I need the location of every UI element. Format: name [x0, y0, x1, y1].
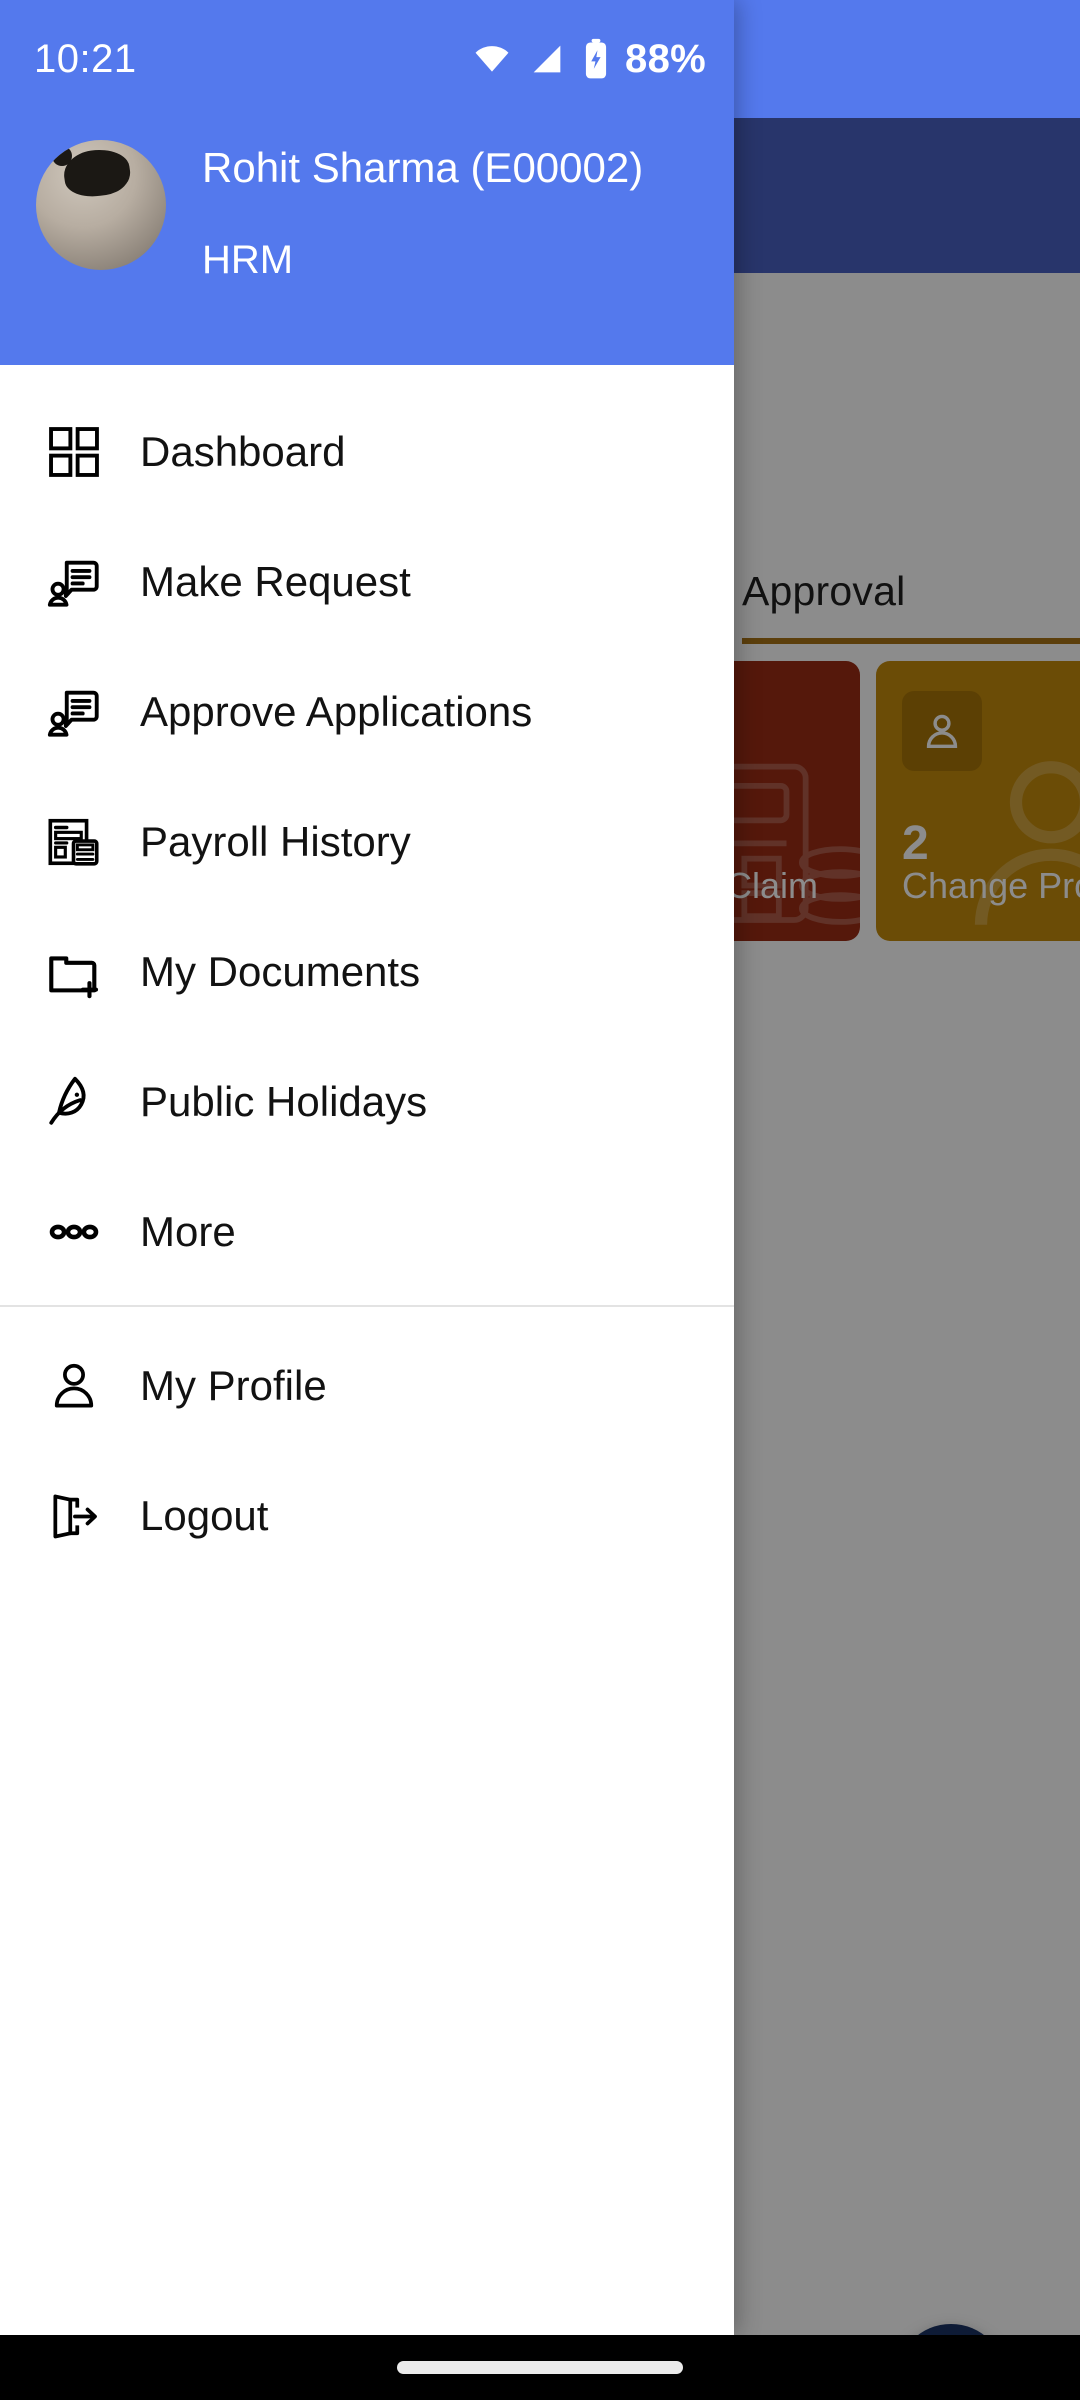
sidebar-item-make-request[interactable]: Make Request — [0, 517, 734, 647]
menu-divider — [0, 1305, 734, 1307]
system-navigation-bar — [0, 2335, 1080, 2400]
sidebar-item-label: My Profile — [140, 1362, 327, 1409]
sidebar-item-label: Public Holidays — [140, 1078, 428, 1125]
avatar[interactable] — [36, 140, 166, 270]
sidebar-item-my-documents[interactable]: My Documents — [0, 907, 734, 1037]
sidebar-item-logout[interactable]: Logout — [0, 1451, 734, 1581]
sidebar-item-my-profile[interactable]: My Profile — [0, 1321, 734, 1451]
status-bar: 10:21 88% — [0, 0, 734, 118]
person-document-icon — [36, 674, 112, 750]
status-bar-clock: 10:21 — [34, 36, 137, 81]
sidebar-item-more[interactable]: More — [0, 1167, 734, 1297]
sidebar-item-public-holidays[interactable]: Public Holidays — [0, 1037, 734, 1167]
sidebar-item-label: Dashboard — [140, 428, 346, 475]
battery-charging-icon — [585, 38, 607, 79]
navigation-drawer: 10:21 88% Rohit Sharma (E00002) HRM Dash… — [0, 0, 734, 2335]
leaf-icon — [36, 1064, 112, 1140]
sidebar-item-label: More — [140, 1208, 236, 1255]
sidebar-item-payroll-history[interactable]: Payroll History — [0, 777, 734, 907]
profile-name: Rohit Sharma (E00002) — [202, 144, 644, 191]
sidebar-item-label: Payroll History — [140, 818, 411, 865]
status-bar-indicators: 88% — [471, 0, 706, 118]
sidebar-item-label: My Documents — [140, 948, 421, 995]
sidebar-item-label: Approve Applications — [140, 688, 533, 735]
profile-text-block: Rohit Sharma (E00002) HRM — [202, 140, 643, 283]
grid-dashboard-icon — [36, 414, 112, 490]
person-icon — [36, 1348, 112, 1424]
three-dots-icon — [36, 1194, 112, 1270]
sidebar-item-label: Logout — [140, 1492, 269, 1539]
sidebar-item-label: Make Request — [140, 558, 411, 605]
sidebar-item-dashboard[interactable]: Dashboard — [0, 387, 734, 517]
drawer-profile-section[interactable]: Rohit Sharma (E00002) HRM — [0, 140, 734, 283]
gesture-home-pill[interactable] — [397, 2361, 683, 2374]
cellular-signal-icon — [533, 45, 561, 73]
battery-percentage: 88% — [625, 36, 706, 81]
profile-role: HRM — [202, 238, 294, 283]
drawer-menu: Dashboard Make Request Approve Applicati… — [0, 365, 734, 2335]
payslip-calculator-icon — [36, 804, 112, 880]
person-document-icon — [36, 544, 112, 620]
drawer-header: 10:21 88% Rohit Sharma (E00002) HRM — [0, 0, 734, 365]
avatar-photo-detail-small — [52, 146, 72, 166]
wifi-icon — [475, 46, 509, 72]
phone-screen: Approval Claim 2 Change Pr 10:21 88% Roh… — [0, 0, 1080, 2400]
sidebar-item-approve-applications[interactable]: Approve Applications — [0, 647, 734, 777]
logout-door-icon — [36, 1478, 112, 1554]
folder-plus-icon — [36, 934, 112, 1010]
